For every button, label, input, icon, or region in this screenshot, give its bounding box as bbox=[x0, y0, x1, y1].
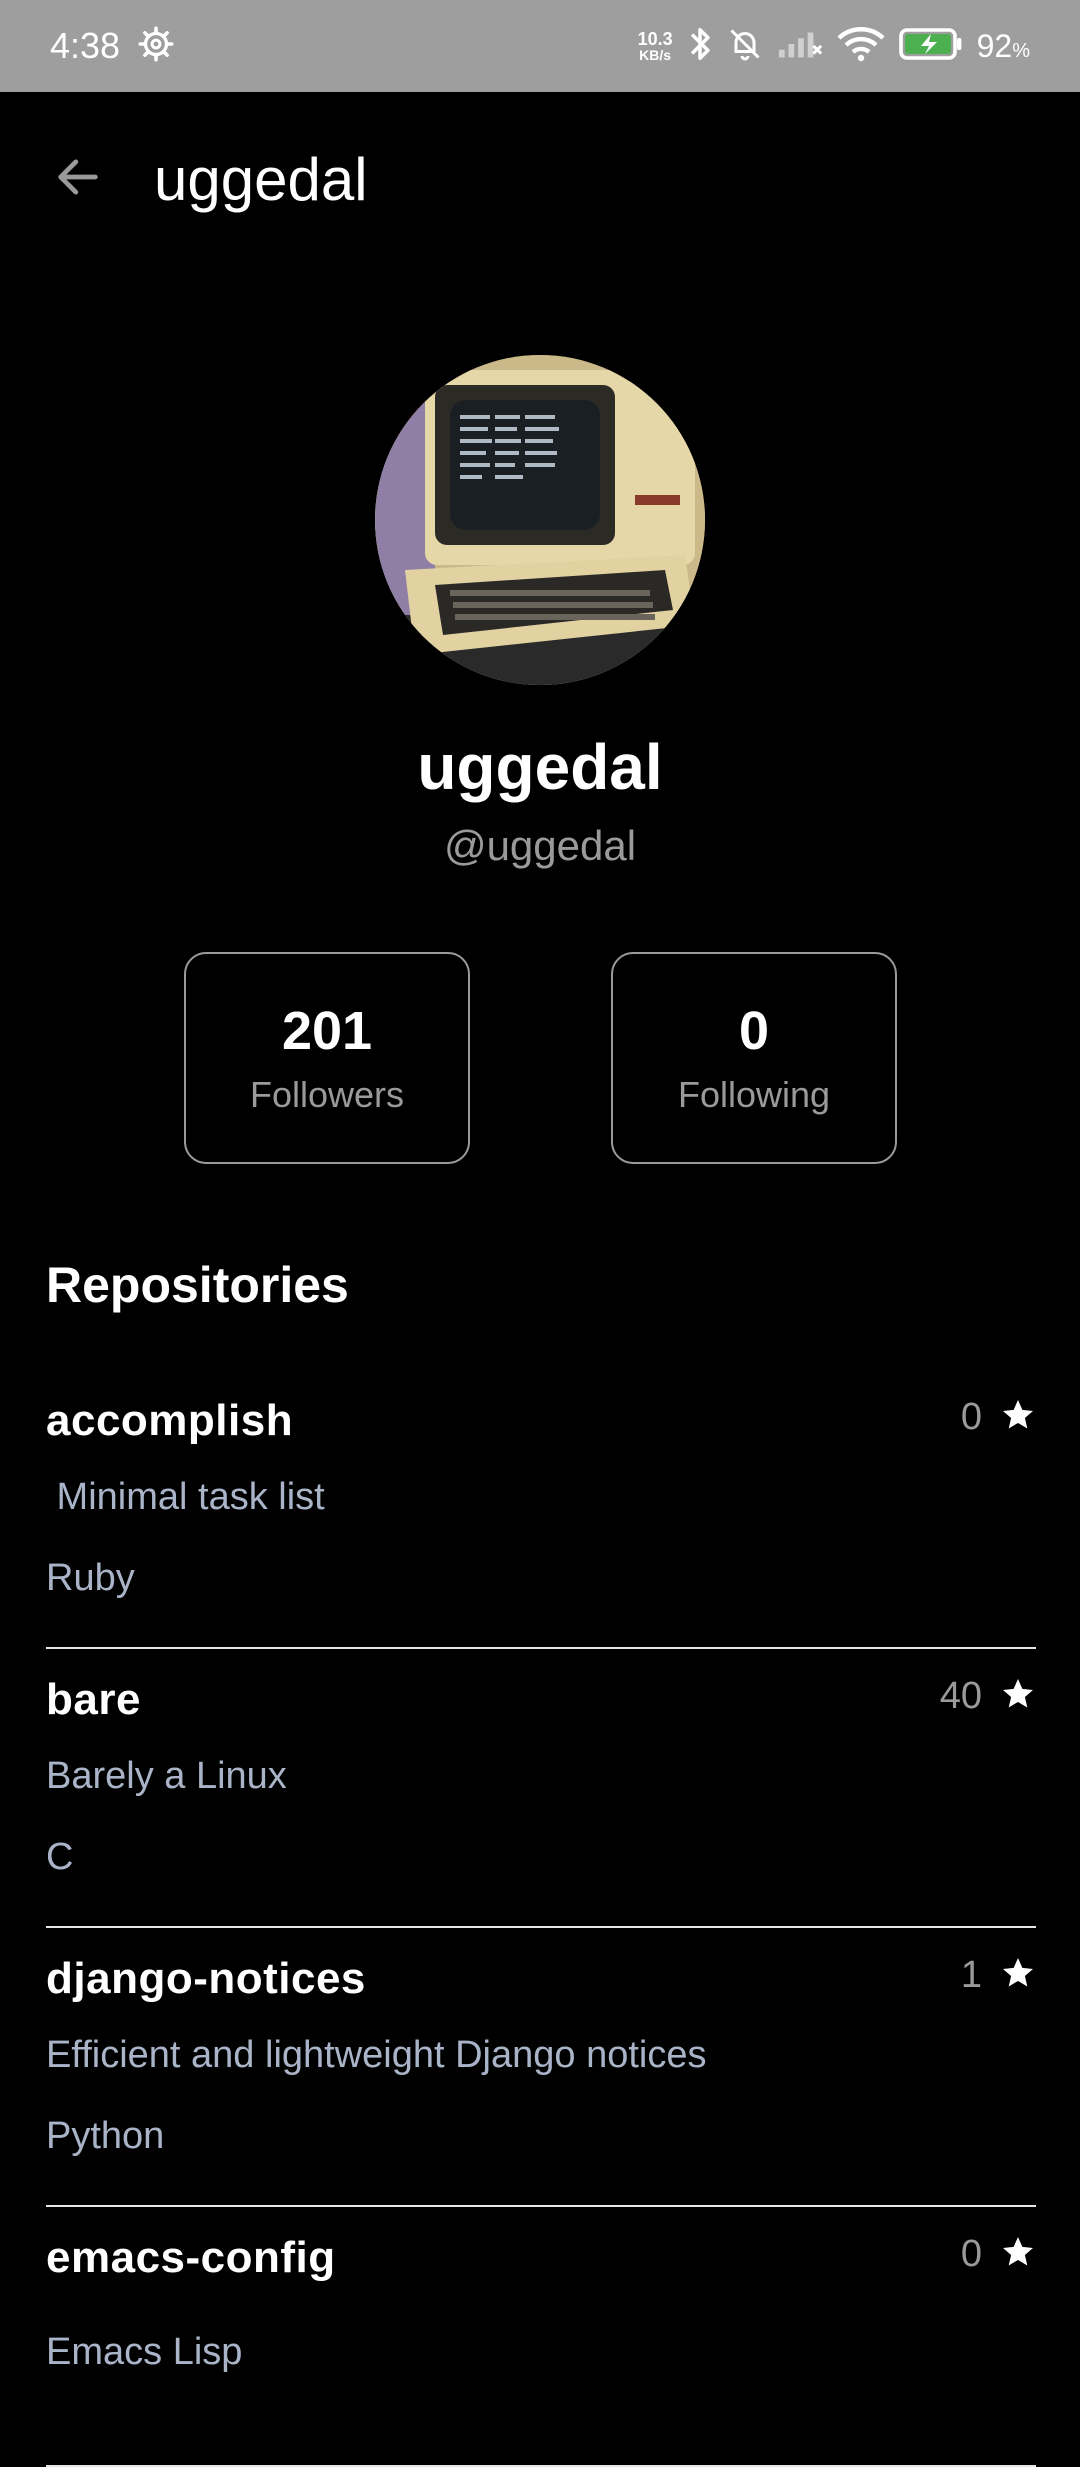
repository-name: accomplish bbox=[46, 1396, 294, 1445]
bluetooth-icon bbox=[687, 25, 713, 68]
repository-name: bare bbox=[46, 1675, 141, 1724]
profile-name: uggedal bbox=[417, 731, 663, 803]
star-icon bbox=[1000, 1955, 1036, 1996]
following-count: 0 bbox=[738, 1001, 770, 1061]
network-speed: 10.3 KB/s bbox=[637, 29, 673, 63]
repository-item[interactable]: accomplish 0 Minimal task list Ruby bbox=[46, 1370, 1036, 1649]
following-card[interactable]: 0 Following bbox=[611, 952, 897, 1164]
followers-count: 201 bbox=[281, 1001, 373, 1061]
top-app-bar: uggedal bbox=[0, 92, 1080, 267]
star-icon bbox=[1000, 1397, 1036, 1438]
repositories-heading: Repositories bbox=[46, 1257, 349, 1313]
back-button[interactable] bbox=[46, 148, 110, 212]
repository-stars: 40 bbox=[940, 1675, 1036, 1718]
repository-name: django-notices bbox=[46, 1954, 366, 2003]
repository-list: accomplish 0 Minimal task list Ruby bare… bbox=[46, 1370, 1036, 2467]
repository-language: C bbox=[46, 1836, 74, 1878]
repository-stars: 0 bbox=[961, 1396, 1036, 1439]
status-bar: 4:38 10.3 KB/s 92% bbox=[0, 0, 1080, 92]
status-time: 4:38 bbox=[50, 25, 121, 66]
repository-item[interactable]: emacs-config 0 Emacs Lisp bbox=[46, 2207, 1036, 2467]
repository-language: Python bbox=[46, 2115, 165, 2157]
followers-card[interactable]: 201 Followers bbox=[184, 952, 470, 1164]
wifi-icon bbox=[837, 25, 885, 68]
repository-stars: 1 bbox=[961, 1954, 1036, 1997]
signal-icon bbox=[777, 28, 823, 65]
repository-name: emacs-config bbox=[46, 2233, 336, 2282]
repository-stars: 0 bbox=[961, 2233, 1036, 2276]
repository-item[interactable]: django-notices 1 Efficient and lightweig… bbox=[46, 1928, 1036, 2207]
repository-language: Emacs Lisp bbox=[46, 2331, 243, 2373]
repository-item[interactable]: bare 40 Barely a Linux C bbox=[46, 1649, 1036, 1928]
battery-percent: 92% bbox=[976, 27, 1030, 64]
following-label: Following bbox=[677, 1074, 831, 1115]
star-icon bbox=[1000, 2234, 1036, 2275]
bell-off-icon bbox=[727, 25, 763, 68]
profile-handle: @uggedal bbox=[443, 822, 637, 869]
repository-description: Minimal task list bbox=[46, 1476, 325, 1518]
avatar bbox=[375, 355, 705, 685]
battery-charging-icon bbox=[898, 27, 963, 66]
repository-description: Barely a Linux bbox=[46, 1755, 287, 1797]
star-icon bbox=[1000, 1676, 1036, 1717]
gear-icon bbox=[138, 25, 174, 67]
arrow-left-icon bbox=[52, 151, 104, 208]
page-title: uggedal bbox=[154, 146, 368, 213]
repository-description: Efficient and lightweight Django notices bbox=[46, 2034, 707, 2076]
followers-label: Followers bbox=[249, 1074, 405, 1115]
repository-language: Ruby bbox=[46, 1557, 135, 1599]
